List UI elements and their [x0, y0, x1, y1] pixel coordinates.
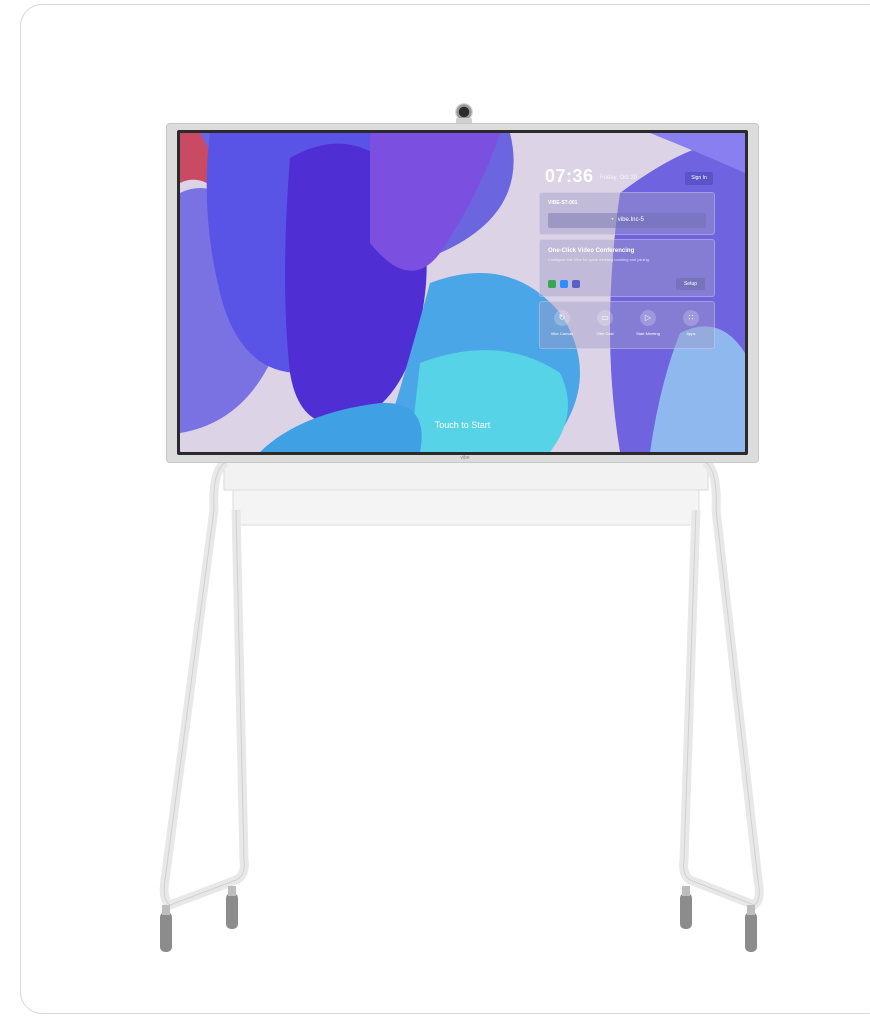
wifi-icon: ◔	[610, 217, 614, 223]
action-label: Apps	[686, 331, 696, 336]
clock-time: 07:36	[545, 166, 594, 186]
wifi-network-name: vibe.Inc-5	[617, 217, 644, 223]
action-label: Start Meeting	[636, 331, 660, 336]
apps-action[interactable]: ∷ Apps	[671, 310, 711, 336]
conferencing-subtitle: Configure this Vibe for quick meeting bo…	[548, 257, 650, 262]
setup-button[interactable]: Setup	[676, 278, 705, 290]
touch-display[interactable]: 07:36 Friday, Oct 20 Sign In VIBE-ST-001…	[180, 133, 745, 452]
sign-in-button[interactable]: Sign In	[685, 172, 713, 185]
vibe-canvas-action[interactable]: ↻ Vibe Canvas	[542, 310, 582, 336]
teams-icon	[572, 280, 580, 288]
start-meeting-action[interactable]: ▷ Start Meeting	[628, 310, 668, 336]
brand-label: vibe	[460, 455, 470, 461]
action-label: Vibe Cast	[596, 331, 614, 336]
video-camera-icon: ▷	[640, 310, 656, 326]
conferencing-panel: One-Click Video Conferencing Configure t…	[539, 239, 715, 297]
cast-icon: ▭	[597, 310, 613, 326]
wifi-network-button[interactable]: ◔ vibe.Inc-5	[548, 213, 706, 228]
apps-grid-icon: ∷	[683, 310, 699, 326]
room-name: VIBE-ST-001	[548, 200, 578, 206]
action-label: Vibe Canvas	[550, 331, 574, 336]
zoom-icon	[560, 280, 568, 288]
quick-actions-panel: ↻ Vibe Canvas ▭ Vibe Cast ▷ Start Meetin…	[539, 301, 715, 349]
product-image: vibe 07:36 Friday, Oct 20 Sign In VIBE-S…	[0, 0, 870, 1018]
conferencing-title: One-Click Video Conferencing	[548, 248, 635, 254]
room-panel: VIBE-ST-001 ◔ vibe.Inc-5	[539, 192, 715, 235]
canvas-icon: ↻	[554, 310, 570, 326]
touch-to-start-prompt[interactable]: Touch to Start	[180, 420, 745, 430]
clock-date: Friday, Oct 20	[600, 175, 638, 181]
vibe-cast-action[interactable]: ▭ Vibe Cast	[585, 310, 625, 336]
google-meet-icon	[548, 280, 556, 288]
conferencing-app-icons	[548, 280, 580, 288]
